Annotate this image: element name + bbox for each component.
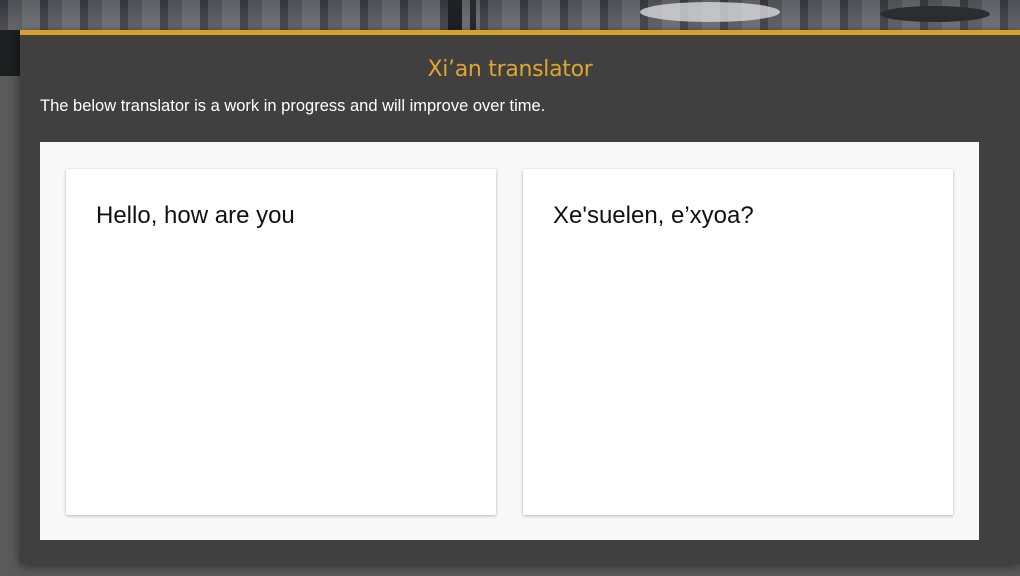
background-post bbox=[448, 0, 462, 34]
source-text-input[interactable]: Hello, how are you bbox=[96, 201, 466, 483]
translated-text-card: Xe'suelen, e’xyoa? bbox=[523, 169, 953, 515]
translator-title: Xi’an translator bbox=[427, 57, 593, 82]
background-edge bbox=[0, 30, 20, 76]
background-plate bbox=[880, 6, 990, 22]
translator-panel: Xi’an translator The below translator is… bbox=[20, 30, 1020, 564]
source-text-card[interactable]: Hello, how are you bbox=[66, 169, 496, 515]
translator-subtitle: The below translator is a work in progre… bbox=[40, 97, 546, 115]
translated-text-output: Xe'suelen, e’xyoa? bbox=[553, 202, 754, 229]
translation-area: Hello, how are you Xe'suelen, e’xyoa? bbox=[40, 142, 979, 540]
background-strip bbox=[0, 0, 1020, 30]
background-plate bbox=[640, 2, 780, 22]
background-post bbox=[470, 0, 476, 30]
